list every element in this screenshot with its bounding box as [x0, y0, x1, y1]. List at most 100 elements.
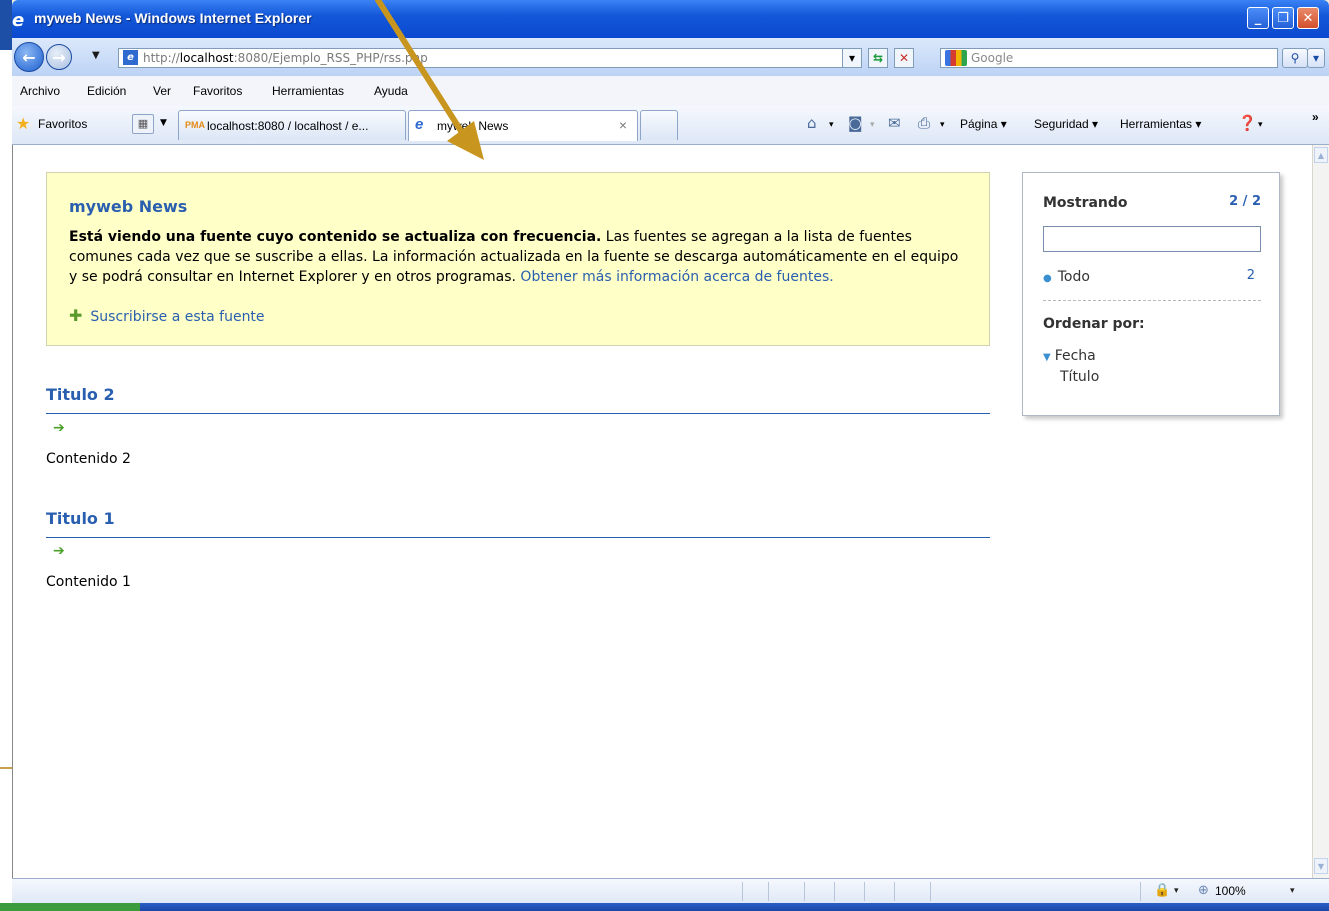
feed-description: Está viendo una fuente cuyo contenido se… [69, 227, 969, 287]
article-body: Contenido 1 [46, 574, 131, 590]
subscribe-label: Suscribirse a esta fuente [90, 309, 265, 325]
feeds-icon[interactable]: ◙ [848, 114, 863, 132]
window-title: myweb News - Windows Internet Explorer [34, 10, 312, 26]
menu-archivo[interactable]: Archivo [20, 84, 60, 98]
zoom-level[interactable]: 100% [1215, 884, 1246, 898]
page-icon: e [123, 50, 138, 65]
learn-more-link[interactable]: Obtener más información acerca de fuente… [520, 269, 833, 285]
article-divider [46, 537, 990, 538]
search-options-icon[interactable]: ▾ [1307, 48, 1325, 68]
menu-favoritos[interactable]: Favoritos [193, 84, 242, 98]
tab-myweb-news[interactable]: e myweb News × [408, 110, 638, 141]
feed-info-box: myweb News Está viendo una fuente cuyo c… [46, 172, 990, 346]
menu-ayuda[interactable]: Ayuda [374, 84, 408, 98]
address-toolbar: ← → ▼ e http://localhost:8080/Ejemplo_RS… [12, 38, 1329, 76]
desktop-edge [0, 0, 12, 911]
taskbar-fragment [0, 903, 1329, 911]
close-button[interactable]: ✕ [1297, 7, 1319, 29]
restore-button[interactable]: ❐ [1272, 7, 1294, 29]
scroll-down-icon[interactable]: ▼ [1314, 858, 1328, 874]
home-icon[interactable]: ⌂ [807, 114, 817, 132]
bullet-icon: ● [1043, 273, 1052, 284]
security-zone-icon[interactable]: 🔒 [1154, 883, 1170, 898]
quick-tabs-icon[interactable]: ▦ [132, 114, 154, 134]
tab-close-icon[interactable]: × [619, 117, 627, 133]
back-button[interactable]: ← [14, 42, 44, 72]
go-to-article-arrow-icon[interactable]: ➔ [53, 420, 65, 436]
status-separator [768, 882, 769, 901]
search-input[interactable]: Google [940, 48, 1278, 68]
article-title-link[interactable]: Titulo 2 [46, 385, 115, 404]
feed-description-bold: Está viendo una fuente cuyo contenido se… [69, 229, 602, 245]
address-dropdown-icon[interactable]: ▾ [842, 48, 862, 68]
article-body: Contenido 2 [46, 451, 131, 467]
tab-list-dropdown-icon[interactable]: ▼ [160, 118, 167, 128]
menu-edicion[interactable]: Edición [87, 84, 126, 98]
history-dropdown-icon[interactable]: ▼ [92, 50, 100, 61]
article-divider [46, 413, 990, 414]
status-separator [742, 882, 743, 901]
go-to-article-arrow-icon[interactable]: ➔ [53, 543, 65, 559]
status-separator [804, 882, 805, 901]
stop-icon[interactable]: ✕ [894, 48, 914, 68]
panel-divider [1043, 300, 1261, 301]
more-commands-icon[interactable]: » [1312, 110, 1319, 124]
feed-filter-panel: Mostrando 2 / 2 ● Todo 2 Ordenar por: ▼ Fe… [1022, 172, 1280, 416]
status-separator [834, 882, 835, 901]
subscribe-star-icon: ✚ [69, 306, 83, 325]
zoom-dropdown-icon[interactable]: ▾ [1290, 886, 1295, 896]
filter-all-count: 2 [1246, 268, 1255, 283]
help-dropdown-icon[interactable]: ▾ [1258, 119, 1263, 130]
ie-logo-icon: e [12, 10, 25, 31]
favorites-star-icon[interactable]: ★ [16, 114, 30, 133]
vertical-scrollbar[interactable]: ▲ ▼ [1312, 145, 1329, 878]
scroll-up-icon[interactable]: ▲ [1314, 147, 1328, 163]
showing-count: 2 / 2 [1229, 194, 1261, 209]
tab-phpmyadmin[interactable]: PMA localhost:8080 / localhost / e... [178, 110, 406, 140]
forward-button[interactable]: → [46, 44, 72, 70]
mail-icon[interactable]: ✉ [888, 114, 901, 132]
menu-herramientas[interactable]: Herramientas [272, 84, 344, 98]
sort-by-title[interactable]: Título [1060, 369, 1099, 385]
refresh-icon[interactable]: ⇆ [868, 48, 888, 68]
status-bar: 🔒 ▾ ⊕ 100% ▾ [12, 878, 1329, 903]
sort-by-date[interactable]: ▼ Fecha [1043, 348, 1096, 364]
filter-all-label: Todo [1057, 269, 1090, 285]
security-menu[interactable]: Seguridad ▾ [1034, 117, 1098, 131]
page-menu[interactable]: Página ▾ [960, 117, 1007, 131]
ie-page-icon: e [415, 116, 424, 133]
zone-dropdown-icon[interactable]: ▾ [1174, 886, 1179, 896]
print-dropdown-icon[interactable]: ▾ [940, 119, 945, 130]
menu-ver[interactable]: Ver [153, 84, 171, 98]
menu-bar: Archivo Edición Ver Favoritos Herramient… [12, 76, 1329, 107]
feeds-dropdown-icon[interactable]: ▾ [870, 119, 875, 130]
feed-title: myweb News [69, 197, 188, 216]
start-button-fragment [0, 903, 140, 911]
favorites-button[interactable]: Favoritos [38, 117, 87, 131]
address-input[interactable]: e http://localhost:8080/Ejemplo_RSS_PHP/… [118, 48, 862, 68]
status-separator [930, 882, 931, 901]
tools-menu[interactable]: Herramientas ▾ [1120, 117, 1201, 131]
tab-label: myweb News [437, 119, 509, 133]
sort-date-label: Fecha [1054, 348, 1096, 364]
filter-all[interactable]: ● Todo [1043, 269, 1090, 285]
new-tab-button[interactable] [640, 110, 678, 140]
search-button[interactable]: ⚲ [1282, 48, 1308, 68]
print-icon[interactable]: ⎙ [918, 114, 930, 132]
help-icon[interactable]: ❓ [1238, 114, 1257, 132]
minimize-button[interactable]: _ [1247, 7, 1269, 29]
phpmyadmin-icon: PMA [185, 120, 205, 130]
filter-input[interactable] [1043, 226, 1261, 252]
url-rest: :8080/Ejemplo_RSS_PHP/rss.php [233, 51, 428, 65]
showing-label: Mostrando [1043, 195, 1128, 211]
subscribe-link[interactable]: ✚ Suscribirse a esta fuente [69, 306, 265, 325]
page-content: myweb News Está viendo una fuente cuyo c… [12, 145, 1312, 878]
google-icon [945, 50, 967, 66]
zoom-icon[interactable]: ⊕ [1198, 883, 1209, 898]
title-bar[interactable]: e myweb News - Windows Internet Explorer… [12, 0, 1329, 38]
home-dropdown-icon[interactable]: ▾ [829, 119, 834, 130]
status-separator [864, 882, 865, 901]
status-separator [894, 882, 895, 901]
tab-bar: ★ Favoritos ▦ ▼ PMA localhost:8080 / loc… [12, 106, 1329, 145]
article-title-link[interactable]: Titulo 1 [46, 509, 115, 528]
